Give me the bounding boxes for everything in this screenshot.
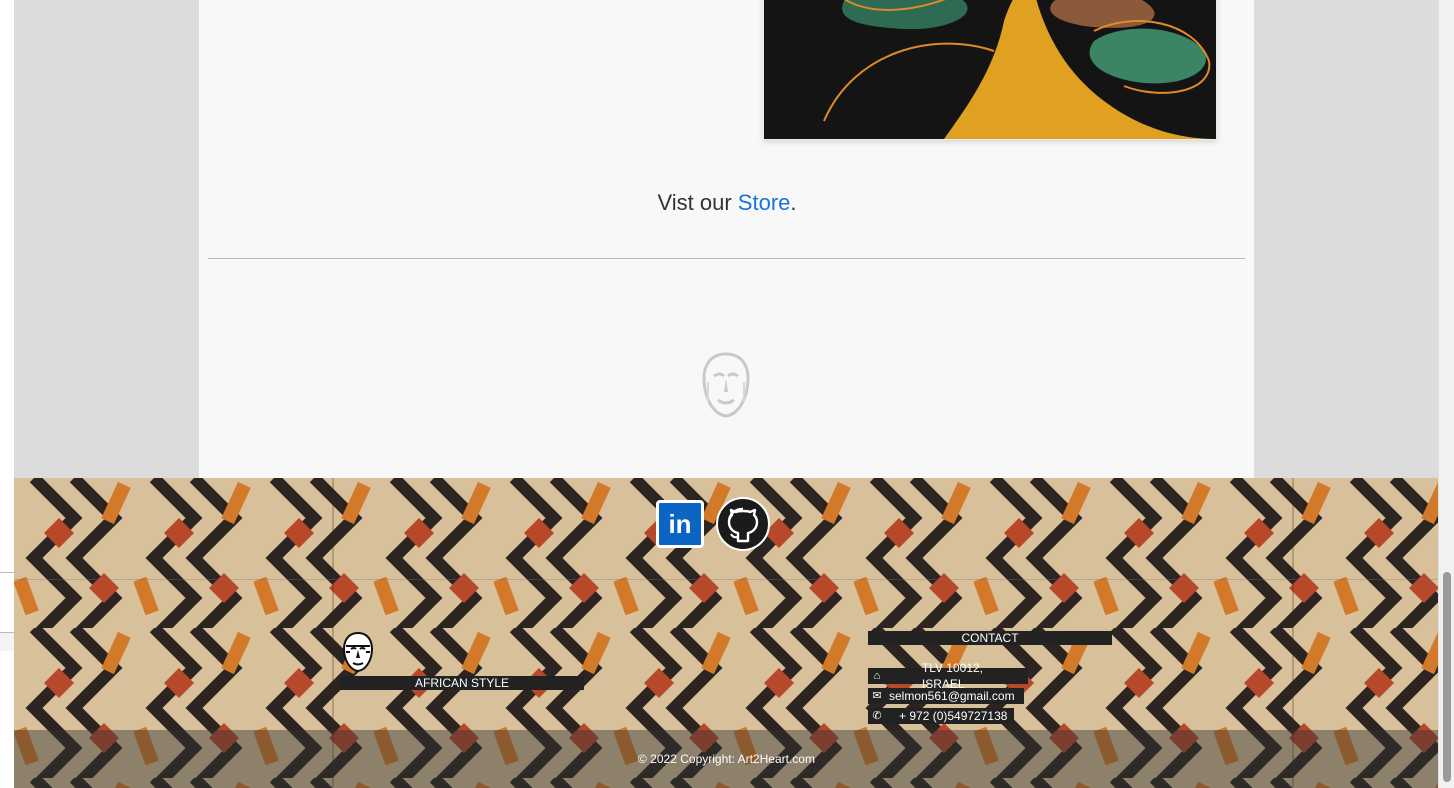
contact-email[interactable]: selmon561@gmail.com [889, 688, 1015, 704]
social-links: in [656, 497, 770, 551]
content-divider [208, 258, 1245, 259]
contact-phone: + 972 (0)549727138 [899, 709, 1008, 723]
contact-phone-row: ✆ + 972 (0)549727138 [868, 708, 1014, 724]
copyright-text: © 2022 Copyright: Art2Heart.com [14, 730, 1439, 788]
edge-marker [0, 632, 14, 651]
phone-icon: ✆ [872, 710, 882, 722]
visit-store-text: Vist our Store. [0, 190, 1454, 216]
contact-address-row: ⌂ TLV 10012, ISRAEL [868, 661, 1028, 691]
store-suffix: . [790, 190, 797, 215]
store-prefix: Vist our [657, 190, 738, 215]
left-edge-strip [0, 0, 15, 788]
featured-artwork[interactable] [763, 0, 1217, 140]
github-icon[interactable] [716, 497, 770, 551]
african-mask-icon [700, 352, 752, 418]
linkedin-icon[interactable]: in [656, 500, 704, 548]
vertical-scrollbar[interactable] [1438, 0, 1454, 788]
envelope-icon: ✉ [872, 690, 882, 702]
scrollbar-thumb[interactable] [1443, 572, 1451, 782]
footer-contact-title: CONTACT [868, 631, 1112, 645]
african-mask-icon [342, 631, 374, 673]
store-link[interactable]: Store [738, 190, 791, 215]
edge-marker [0, 572, 14, 589]
site-footer: in AFRICAN STYLE CONTACT ⌂ TLV 10012, IS… [14, 478, 1439, 788]
footer-divider [14, 579, 1439, 580]
home-icon: ⌂ [873, 670, 881, 682]
linkedin-label: in [668, 508, 692, 539]
contact-email-row[interactable]: ✉ selmon561@gmail.com [868, 688, 1024, 704]
footer-brand-title: AFRICAN STYLE [340, 676, 584, 690]
